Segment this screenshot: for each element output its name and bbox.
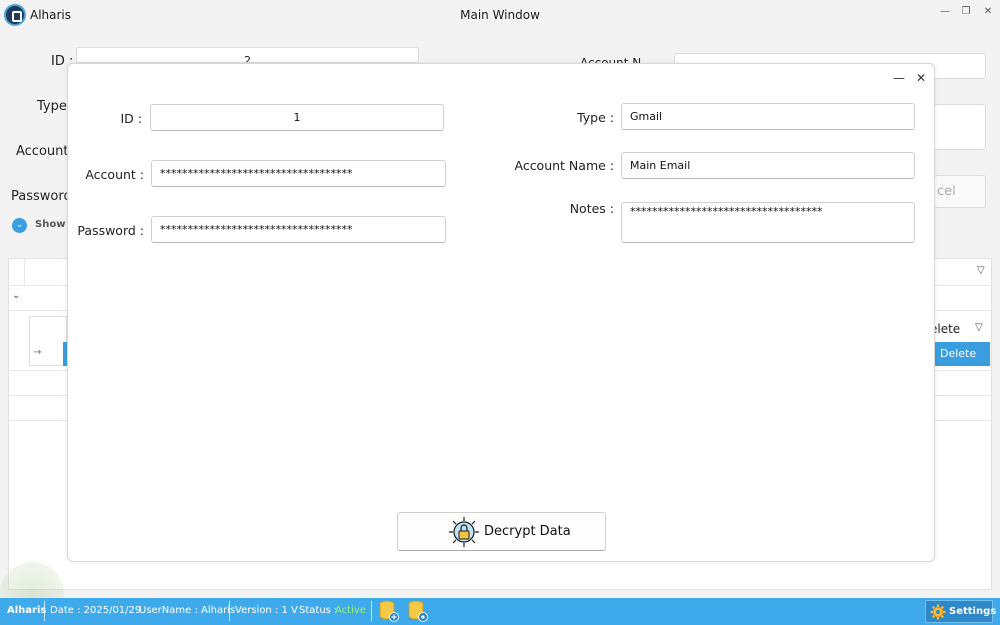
grid-row-header [29,316,67,366]
window-maximize-button[interactable]: ❐ [955,3,977,21]
status-active-badge: Active [335,605,366,616]
grid-divider [24,258,25,285]
status-version: Version : 1 V [235,605,298,616]
account-label: Account : [85,167,144,182]
database-add-icon[interactable] [378,600,400,622]
grid-expand-icon[interactable]: ⌄ [12,290,20,301]
bg-password-label: Password [11,189,72,204]
type-field[interactable]: Gmail [621,103,915,130]
bg-notes-field[interactable] [934,104,986,150]
settings-label: Settings [949,606,997,617]
grid-delete-button[interactable]: Delete [930,342,990,366]
account-name-label: Account Name : [514,158,614,173]
filter-icon[interactable]: ▽ [977,265,985,276]
notes-label: Notes : [569,201,614,216]
show-chevron-icon[interactable]: ⌄ [12,218,27,233]
notes-field[interactable]: *********************************** [621,202,915,243]
bg-id-value: 2 [244,54,251,63]
window-minimize-button[interactable]: — [934,3,956,21]
dialog-close-button[interactable]: ✕ [911,68,931,88]
bg-type-label: Type [37,99,67,114]
window-close-button[interactable]: ✕ [977,3,999,21]
account-field[interactable]: *********************************** [151,160,446,187]
status-separator [229,601,230,621]
password-field[interactable]: *********************************** [151,216,446,243]
dialog-minimize-button[interactable]: — [889,68,909,88]
status-label: Status : [299,605,338,616]
window-title: Main Window [460,8,540,22]
status-bar: Alharis Date : 2025/01/29 UserName : Alh… [0,598,1000,625]
status-separator [44,601,45,621]
bg-id-field[interactable]: 2 [76,47,419,63]
settings-button[interactable]: Settings [925,600,997,623]
bg-cancel-button[interactable]: cel [934,175,986,208]
gear-icon [930,604,946,620]
id-field[interactable]: 1 [150,104,444,131]
filter-icon[interactable]: ▽ [975,322,983,333]
arrow-right-icon: → [33,347,42,358]
decrypt-data-button[interactable]: Decrypt Data [397,512,606,551]
password-label: Password : [77,223,144,238]
type-label: Type : [577,110,614,125]
decrypt-data-label: Decrypt Data [484,524,571,539]
status-date: Date : 2025/01/29 [50,605,142,616]
status-separator [371,601,372,621]
title-bar: Alharis Main Window — ❐ ✕ [0,0,1000,30]
account-name-field[interactable]: Main Email [621,152,915,179]
padlock-icon [449,517,479,547]
status-username: UserName : Alharis [139,605,236,616]
decrypt-dialog: — ✕ ID : 1 Account : *******************… [67,63,935,562]
id-label: ID : [120,111,143,126]
database-settings-icon[interactable] [407,600,429,622]
bg-account-label: Account [16,144,69,159]
status-app-name: Alharis [7,605,47,616]
